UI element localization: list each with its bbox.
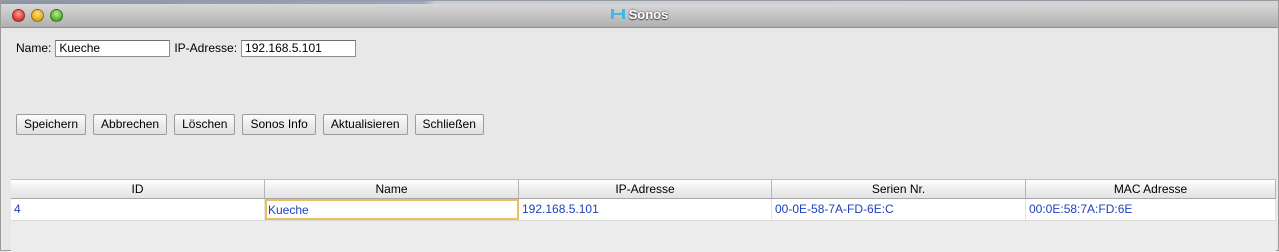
window-title: Sonos [1,7,1278,22]
ip-address-label: IP-Adresse: [174,41,238,55]
device-table: ID Name IP-Adresse Serien Nr. MAC Adress… [11,179,1276,252]
table-row[interactable]: 4 Kueche 192.168.5.101 00-0E-58-7A-FD-6E… [11,199,1276,221]
sonos-window: Sonos Name: IP-Adresse: Speichern Abbrec… [0,0,1279,252]
sonos-app-icon [610,9,625,19]
button-bar: Speichern Abbrechen Löschen Sonos Info A… [16,114,491,135]
cell-serial-number[interactable]: 00-0E-58-7A-FD-6E:C [772,199,1026,220]
cell-ip-address[interactable]: 192.168.5.101 [519,199,772,220]
cell-id[interactable]: 4 [11,199,265,220]
save-button[interactable]: Speichern [16,114,87,135]
ip-address-field[interactable] [241,39,357,57]
column-header-name[interactable]: Name [265,180,519,198]
column-header-ip-address[interactable]: IP-Adresse [519,180,772,198]
sonos-info-button[interactable]: Sonos Info [242,114,316,135]
column-header-serial-number[interactable]: Serien Nr. [772,180,1026,198]
cell-mac-address[interactable]: 00:0E:58:7A:FD:6E [1026,199,1276,220]
refresh-button[interactable]: Aktualisieren [322,114,408,135]
window-title-text: Sonos [628,7,669,22]
close-button[interactable]: Schließen [414,114,484,135]
column-header-id[interactable]: ID [11,180,265,198]
delete-button[interactable]: Löschen [174,114,236,135]
name-label: Name: [16,41,52,55]
column-header-mac-address[interactable]: MAC Adresse [1026,180,1276,198]
cancel-button[interactable]: Abbrechen [93,114,168,135]
table-header: ID Name IP-Adresse Serien Nr. MAC Adress… [11,179,1276,199]
cell-name[interactable]: Kueche [265,199,519,220]
name-field[interactable] [55,39,171,57]
device-form: Name: IP-Adresse: [16,39,357,57]
title-bar[interactable]: Sonos [1,1,1278,28]
